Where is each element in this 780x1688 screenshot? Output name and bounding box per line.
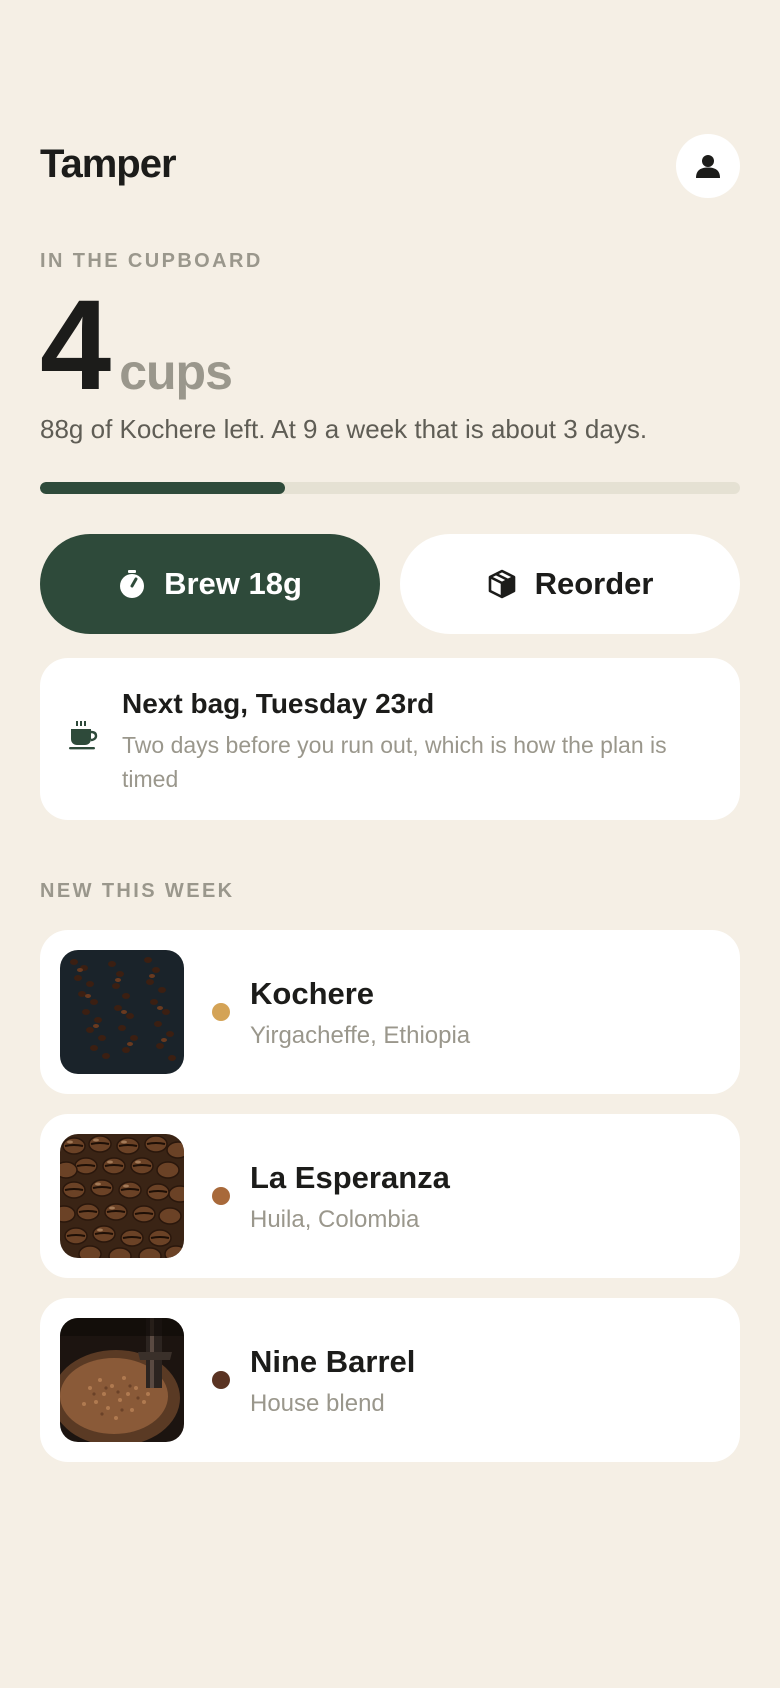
brew-label: Brew 18g [164,566,302,601]
reorder-label: Reorder [534,566,654,601]
cups-count: 4 [40,274,111,417]
reorder-button[interactable]: Reorder [400,534,740,634]
profile-button[interactable] [676,134,740,198]
coffee-thumbnail [60,1318,184,1442]
next-bag-subtitle: Two days before you run out, which is ho… [122,732,667,792]
coffee-thumbnail [60,950,184,1074]
supply-progress-bar [40,482,740,494]
timer-icon [120,570,145,598]
roast-indicator [212,1371,230,1389]
roast-indicator [212,1003,230,1021]
next-bag-title: Next bag, Tuesday 23rd [122,688,435,719]
cups-unit: cups [119,344,233,400]
person-icon [696,155,720,178]
coffee-name: Nine Barrel [250,1344,416,1379]
coffee-name: La Esperanza [250,1160,450,1195]
cupboard-label: IN THE CUPBOARD [40,250,263,272]
coffee-card-la-esperanza[interactable]: La Esperanza Huila, Colombia [40,1114,740,1278]
header: Tamper [40,134,740,198]
new-this-week-label: NEW THIS WEEK [40,880,235,902]
coffee-origin: House blend [250,1390,385,1417]
app-title: Tamper [40,142,177,186]
cupboard-description: 88g of Kochere left. At 9 a week that is… [40,414,648,444]
coffee-card-kochere[interactable]: Kochere Yirgacheffe, Ethiopia [40,930,740,1094]
coffee-cup-icon [69,721,98,750]
roast-indicator [212,1187,230,1205]
coffee-origin: Yirgacheffe, Ethiopia [250,1022,471,1049]
coffee-card-nine-barrel[interactable]: Nine Barrel House blend [40,1298,740,1462]
home-screen: Tamper IN THE CUPBOARD 4 cups 88g of Koc… [40,0,740,1688]
action-buttons: Brew 18g Reorder [40,534,740,634]
coffee-thumbnail [60,1134,184,1258]
brew-button[interactable]: Brew 18g [40,534,380,634]
coffee-origin: Huila, Colombia [250,1206,420,1233]
cups-remaining: 4 cups [40,274,233,417]
coffee-name: Kochere [250,976,375,1011]
next-bag-card: Next bag, Tuesday 23rd Two days before y… [40,658,740,820]
supply-progress-fill [40,482,285,494]
package-icon [488,569,515,599]
